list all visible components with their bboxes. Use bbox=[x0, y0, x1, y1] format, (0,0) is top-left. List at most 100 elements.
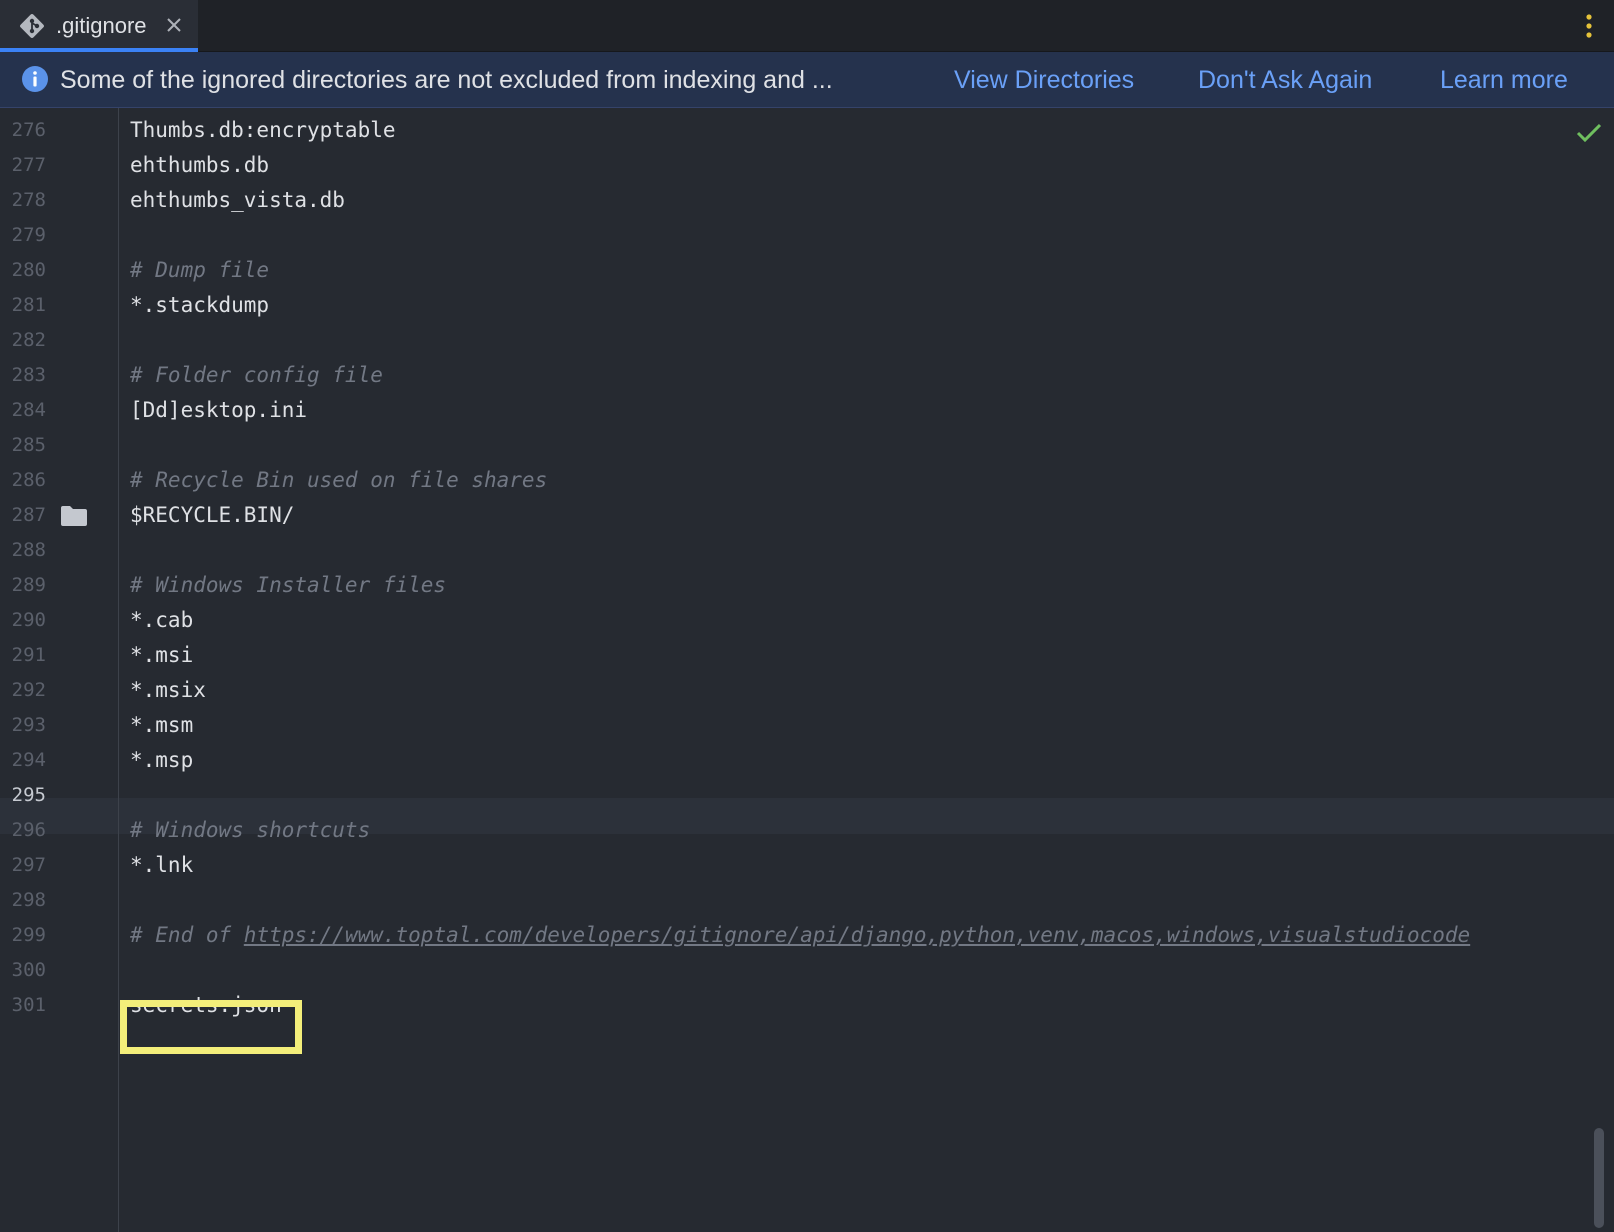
line-number: 287 bbox=[11, 504, 46, 526]
code-line[interactable]: 295 bbox=[0, 777, 1614, 813]
code-line[interactable]: 276 Thumbs.db:encryptable bbox=[0, 112, 1614, 148]
code-line[interactable]: 298 bbox=[0, 882, 1614, 918]
code-line[interactable]: 299 # End of https://www.toptal.com/devel… bbox=[0, 917, 1614, 953]
code-text: [Dd]esktop.ini bbox=[130, 392, 307, 428]
code-text: *.msm bbox=[130, 707, 193, 743]
tab-gitignore[interactable]: .gitignore bbox=[0, 0, 198, 52]
line-number: 277 bbox=[11, 154, 46, 176]
code-content: # Windows Installer files bbox=[130, 573, 447, 597]
line-number: 276 bbox=[11, 119, 46, 141]
code-line[interactable]: 287 $RECYCLE.BIN/ bbox=[0, 497, 1614, 533]
code-line[interactable]: 283 # Folder config file bbox=[0, 357, 1614, 393]
code-content: ehthumbs.db bbox=[130, 153, 270, 177]
line-number: 290 bbox=[11, 609, 46, 631]
code-line[interactable]: 290 *.cab bbox=[0, 602, 1614, 638]
code-comment: # Folder config file bbox=[130, 357, 383, 393]
code-text: $RECYCLE.BIN/ bbox=[130, 497, 294, 533]
code-content: # End of bbox=[130, 923, 244, 947]
code-text: *.msp bbox=[130, 742, 193, 778]
code-content: *.msp bbox=[130, 748, 194, 772]
code-text: Thumbs.db:encryptable bbox=[130, 112, 396, 148]
line-number: 278 bbox=[11, 189, 46, 211]
code-content: # Recycle Bin used on file shares bbox=[130, 468, 548, 492]
code-content: *.stackdump bbox=[130, 293, 270, 317]
code-content: *.msix bbox=[130, 678, 206, 702]
line-number: 282 bbox=[11, 329, 46, 351]
line-number: 299 bbox=[11, 924, 46, 946]
tab-label: .gitignore bbox=[56, 13, 147, 38]
checkmark-icon[interactable] bbox=[1576, 122, 1602, 144]
code-content: *.lnk bbox=[130, 853, 194, 877]
banner-message: Some of the ignored directories are not … bbox=[60, 66, 833, 94]
code-line[interactable]: 280 # Dump file bbox=[0, 252, 1614, 288]
code-content: secrets.json bbox=[130, 993, 282, 1017]
code-line[interactable]: 279 bbox=[0, 217, 1614, 253]
code-content: *.msi bbox=[130, 643, 194, 667]
code-text: *.msi bbox=[130, 637, 193, 673]
code-line[interactable]: 281 *.stackdump bbox=[0, 287, 1614, 323]
code-content: *.cab bbox=[130, 608, 194, 632]
code-comment: # Recycle Bin used on file shares bbox=[130, 462, 547, 498]
line-number: 291 bbox=[11, 644, 46, 666]
code-text: *.cab bbox=[130, 602, 193, 638]
line-number: 289 bbox=[11, 574, 46, 596]
code-line[interactable]: 282 bbox=[0, 322, 1614, 358]
code-text: *.msix bbox=[130, 672, 206, 708]
code-line[interactable]: 292 *.msix bbox=[0, 672, 1614, 708]
code-comment: # Dump file bbox=[130, 252, 269, 288]
line-number: 293 bbox=[11, 714, 46, 736]
code-content: *.msm bbox=[130, 713, 194, 737]
code-content: # Windows shortcuts bbox=[130, 818, 371, 842]
code-line[interactable]: 296 # Windows shortcuts bbox=[0, 812, 1614, 848]
code-content: # Dump file bbox=[130, 258, 270, 282]
line-number: 286 bbox=[11, 469, 46, 491]
line-number: 301 bbox=[11, 994, 46, 1016]
line-number: 296 bbox=[11, 819, 46, 841]
code-line[interactable]: 284 [Dd]esktop.ini bbox=[0, 392, 1614, 428]
gitignore-source-url-link[interactable]: https://www.toptal.com/developers/gitign… bbox=[244, 923, 1470, 947]
code-line[interactable]: 286 # Recycle Bin used on file shares bbox=[0, 462, 1614, 498]
code-content: $RECYCLE.BIN/ bbox=[130, 503, 295, 527]
code-comment: # End of https://www.toptal.com/develope… bbox=[130, 917, 1470, 953]
line-number: 288 bbox=[11, 539, 46, 561]
code-content: # Folder config file bbox=[130, 363, 383, 387]
more-options-icon[interactable] bbox=[1582, 12, 1596, 40]
code-text: ehthumbs_vista.db bbox=[130, 182, 345, 218]
code-line[interactable]: 301 secrets.json bbox=[0, 987, 1614, 1023]
line-number: 285 bbox=[11, 434, 46, 456]
code-line[interactable]: 293 *.msm bbox=[0, 707, 1614, 743]
code-line[interactable]: 291 *.msi bbox=[0, 637, 1614, 673]
editor-tab-bar: .gitignore bbox=[0, 0, 1614, 52]
code-line[interactable]: 278 ehthumbs_vista.db bbox=[0, 182, 1614, 218]
code-comment: # Windows shortcuts bbox=[130, 812, 370, 848]
code-line[interactable]: 297 *.lnk bbox=[0, 847, 1614, 883]
code-text: ehthumbs.db bbox=[130, 147, 269, 183]
dont-ask-again-link[interactable]: Don't Ask Again bbox=[1198, 64, 1372, 96]
code-text: *.lnk bbox=[130, 847, 193, 883]
line-number: 297 bbox=[11, 854, 46, 876]
view-directories-link[interactable]: View Directories bbox=[954, 64, 1134, 96]
line-number: 283 bbox=[11, 364, 46, 386]
vertical-scrollbar[interactable] bbox=[1594, 1128, 1604, 1228]
line-number: 298 bbox=[11, 889, 46, 911]
code-content: Thumbs.db:encryptable bbox=[130, 118, 396, 142]
code-text: *.stackdump bbox=[130, 287, 269, 323]
indexing-notification-banner: Some of the ignored directories are not … bbox=[0, 52, 1614, 108]
line-number: 284 bbox=[11, 399, 46, 421]
line-number: 280 bbox=[11, 259, 46, 281]
code-editor[interactable]: 276 Thumbs.db:encryptable 277 ehthumbs.db 27… bbox=[0, 108, 1614, 1232]
info-icon bbox=[22, 66, 48, 92]
code-line[interactable]: 289 # Windows Installer files bbox=[0, 567, 1614, 603]
line-number: 300 bbox=[11, 959, 46, 981]
code-line[interactable]: 277 ehthumbs.db bbox=[0, 147, 1614, 183]
line-number: 279 bbox=[11, 224, 46, 246]
code-line[interactable]: 294 *.msp bbox=[0, 742, 1614, 778]
learn-more-link[interactable]: Learn more bbox=[1440, 64, 1568, 96]
close-icon[interactable] bbox=[163, 14, 185, 36]
folder-icon bbox=[61, 506, 87, 526]
code-line[interactable]: 300 bbox=[0, 952, 1614, 988]
git-icon bbox=[20, 14, 44, 38]
code-comment: # Windows Installer files bbox=[130, 567, 446, 603]
code-line[interactable]: 288 bbox=[0, 532, 1614, 568]
code-line[interactable]: 285 bbox=[0, 427, 1614, 463]
